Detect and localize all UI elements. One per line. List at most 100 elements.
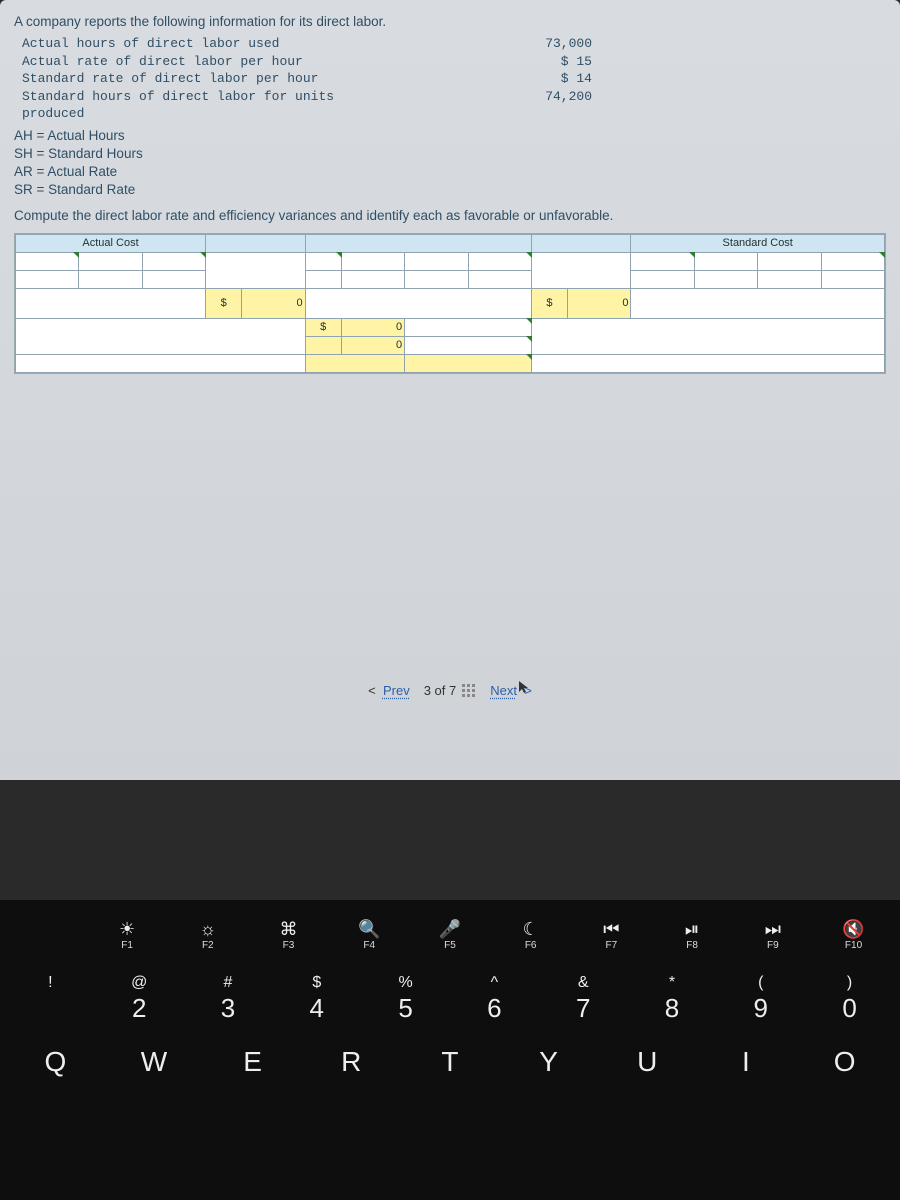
cell[interactable]: [758, 270, 821, 288]
cell[interactable]: [531, 354, 884, 372]
fn-key: 🔇F10: [815, 918, 893, 951]
total-variance-value[interactable]: [305, 354, 405, 372]
cell[interactable]: [631, 252, 694, 270]
eff-variance-currency: [305, 336, 341, 354]
problem-instruction: Compute the direct labor rate and effici…: [14, 208, 886, 223]
physical-keyboard: ☀F1☼F2⌘F3🔍F4🎤F5☾F6⏮F7⏯F8⏭F9🔇F10 !@2#3$4%…: [0, 900, 900, 1200]
prev-button[interactable]: < Prev: [368, 683, 410, 698]
actual-total-value: 0: [242, 288, 305, 318]
value-standard-rate: $ 14: [402, 70, 592, 88]
fn-key: [7, 918, 85, 951]
letter-key: O: [802, 1046, 888, 1078]
variance-worksheet: Actual Cost Standard Cost $: [15, 234, 885, 373]
header-actual-cost: Actual Cost: [16, 234, 206, 252]
header-blank-2: [305, 234, 531, 252]
cell[interactable]: [758, 252, 821, 270]
cell[interactable]: [341, 252, 404, 270]
grid-icon[interactable]: [462, 684, 476, 698]
cell[interactable]: [305, 288, 531, 318]
value-standard-hours: 74,200: [402, 88, 592, 106]
given-labels: Actual hours of direct labor used Actual…: [22, 35, 402, 123]
problem-intro: A company reports the following informat…: [14, 14, 886, 29]
rate-variance-value: 0: [341, 318, 404, 336]
def-sr: SR = Standard Rate: [14, 181, 886, 199]
cell[interactable]: [341, 270, 404, 288]
number-key: %5: [367, 973, 445, 1024]
number-key: *8: [633, 973, 711, 1024]
cell[interactable]: [405, 252, 468, 270]
given-values: 73,000 $ 15 $ 14 74,200: [402, 35, 592, 123]
fn-key: ⌘F3: [250, 918, 328, 951]
cell[interactable]: [206, 252, 306, 288]
number-key: $4: [278, 973, 356, 1024]
standard-total-currency: $: [531, 288, 567, 318]
cell[interactable]: [468, 252, 531, 270]
number-key: #3: [189, 973, 267, 1024]
number-key: @2: [100, 973, 178, 1024]
cell[interactable]: [531, 318, 884, 354]
number-key: !: [11, 973, 89, 1024]
letter-key: U: [604, 1046, 690, 1078]
cell[interactable]: [694, 252, 757, 270]
laptop-screen: A company reports the following informat…: [0, 0, 900, 780]
letter-key: E: [210, 1046, 296, 1078]
fn-row: ☀F1☼F2⌘F3🔍F4🎤F5☾F6⏮F7⏯F8⏭F9🔇F10: [0, 918, 900, 951]
rate-variance-currency: $: [305, 318, 341, 336]
letter-key: T: [407, 1046, 493, 1078]
cell[interactable]: [305, 252, 341, 270]
cell[interactable]: [821, 270, 884, 288]
header-standard-cost: Standard Cost: [631, 234, 885, 252]
cell[interactable]: [16, 288, 206, 318]
cell[interactable]: [305, 270, 341, 288]
actual-total-currency: $: [206, 288, 242, 318]
header-blank-1: [206, 234, 306, 252]
def-sh: SH = Standard Hours: [14, 145, 886, 163]
pager-text: 3 of 7: [424, 683, 457, 698]
letter-key: Y: [506, 1046, 592, 1078]
fn-key: ⏮F7: [572, 918, 650, 951]
total-variance-type[interactable]: [405, 354, 532, 372]
cursor-icon: [517, 679, 533, 695]
cell[interactable]: [16, 318, 306, 354]
eff-variance-value: 0: [341, 336, 404, 354]
letter-key: Q: [12, 1046, 98, 1078]
given-data-block: Actual hours of direct labor used Actual…: [22, 35, 886, 123]
pager-display: 3 of 7: [424, 683, 477, 698]
fn-key: ☀F1: [88, 918, 166, 951]
letter-key: I: [703, 1046, 789, 1078]
fn-key: ☾F6: [492, 918, 570, 951]
fn-key: ☼F2: [169, 918, 247, 951]
cell[interactable]: [631, 270, 694, 288]
standard-total-value: 0: [568, 288, 631, 318]
cell[interactable]: [142, 252, 205, 270]
label-standard-rate: Standard rate of direct labor per hour: [22, 70, 402, 88]
cell[interactable]: [16, 354, 306, 372]
cell[interactable]: [79, 252, 142, 270]
cell[interactable]: [142, 270, 205, 288]
cell[interactable]: [694, 270, 757, 288]
question-nav: < Prev 3 of 7 Next >: [0, 683, 900, 698]
cell[interactable]: [468, 270, 531, 288]
def-ah: AH = Actual Hours: [14, 127, 886, 145]
worksheet-container: Actual Cost Standard Cost $: [14, 233, 886, 374]
header-blank-3: [531, 234, 631, 252]
cell[interactable]: [79, 270, 142, 288]
cell[interactable]: [16, 252, 79, 270]
number-key: &7: [544, 973, 622, 1024]
number-key: ^6: [455, 973, 533, 1024]
fn-key: 🔍F4: [330, 918, 408, 951]
cell[interactable]: [631, 288, 885, 318]
cell[interactable]: [821, 252, 884, 270]
letter-key: W: [111, 1046, 197, 1078]
next-button[interactable]: Next >: [490, 683, 532, 698]
label-actual-rate: Actual rate of direct labor per hour: [22, 53, 402, 71]
cell[interactable]: [405, 270, 468, 288]
number-key: )0: [811, 973, 889, 1024]
letter-key: R: [308, 1046, 394, 1078]
cell[interactable]: [16, 270, 79, 288]
letter-row: QWERTYUIO: [0, 1046, 900, 1078]
cell[interactable]: [531, 252, 631, 288]
fn-key: ⏯F8: [653, 918, 731, 951]
rate-variance-type[interactable]: [405, 318, 532, 336]
eff-variance-type[interactable]: [405, 336, 532, 354]
